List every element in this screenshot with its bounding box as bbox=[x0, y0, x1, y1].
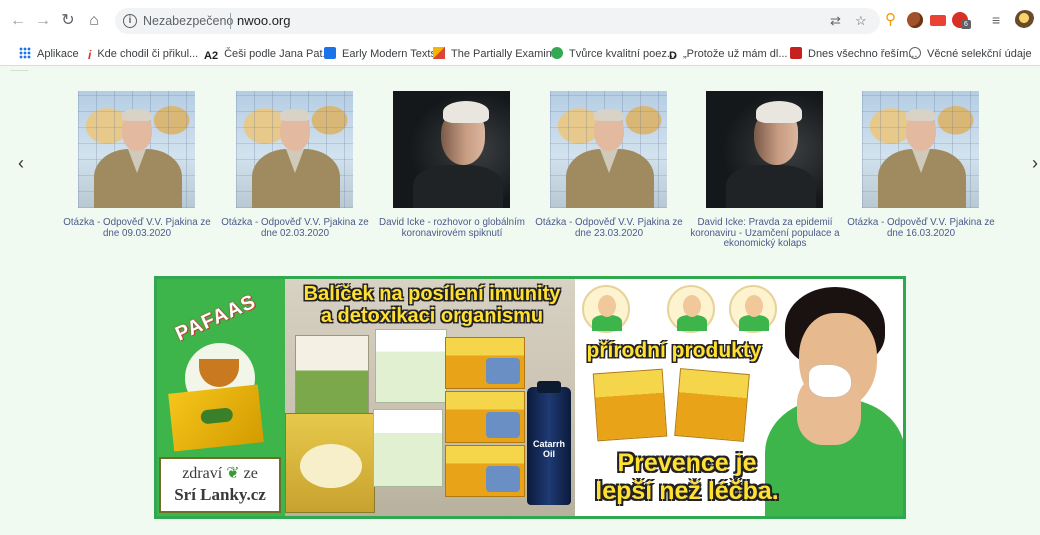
italic-i-icon: i bbox=[88, 48, 92, 62]
bookmark-item[interactable]: Věcné selekční údaje bbox=[909, 47, 1032, 61]
suwoda-pack bbox=[592, 368, 668, 442]
address-separator bbox=[230, 13, 231, 29]
suwoda-pack bbox=[674, 368, 750, 442]
video-caption[interactable]: Otázka - Odpověď V.V. Pjakina ze dne 23.… bbox=[530, 217, 688, 239]
reload-icon[interactable]: ↻ bbox=[58, 11, 78, 31]
d-logo-icon: D bbox=[669, 50, 677, 62]
profile-avatar[interactable] bbox=[1015, 10, 1035, 30]
video-caption[interactable]: Otázka - Odpověď V.V. Pjakina ze dne 09.… bbox=[58, 217, 216, 239]
suwoda-box bbox=[445, 391, 525, 443]
info-icon[interactable]: i bbox=[123, 14, 137, 28]
banner-headline: Balíček na posílení imunity a detoxikaci … bbox=[303, 283, 561, 327]
address-bar[interactable]: i Nezabezpečeno nwoo.org ⇄ ☆ bbox=[115, 8, 880, 34]
video-caption[interactable]: Otázka - Odpověď V.V. Pjakina ze dne 16.… bbox=[842, 217, 1000, 239]
video-image[interactable] bbox=[236, 91, 353, 208]
shop-logo: zdraví ❦ ze Srí Lanky.cz bbox=[159, 457, 281, 513]
picture-icon bbox=[433, 47, 445, 59]
bookmark-item[interactable]: A2 Češi podle Jana Pat... bbox=[204, 47, 332, 62]
page-content: ‹ › Otázka - Odpověď V.V. Pjakina ze dne… bbox=[0, 67, 1040, 535]
tea-pack bbox=[168, 384, 264, 452]
search-extension-icon[interactable]: ⚲ bbox=[885, 12, 901, 28]
video-caption[interactable]: Otázka - Odpověď V.V. Pjakina ze dne 02.… bbox=[216, 217, 374, 239]
video-image[interactable] bbox=[78, 91, 195, 208]
video-caption[interactable]: David Icke: Pravda za epidemií koronavir… bbox=[686, 217, 844, 250]
moringa-box bbox=[295, 335, 369, 423]
swastha-box bbox=[373, 409, 443, 487]
forward-arrow-icon[interactable]: → bbox=[33, 11, 53, 31]
bookmark-item[interactable]: Aplikace bbox=[19, 47, 79, 61]
shop-logo-line-1: zdraví ❦ ze bbox=[182, 465, 258, 482]
globe-icon bbox=[909, 47, 921, 59]
shop-logo-line-2: Srí Lanky.cz bbox=[174, 485, 266, 504]
bookmark-item[interactable]: The Partially Examin... bbox=[433, 47, 561, 61]
bookmarks-bar: Aplikace i Kde chodil či přikul... A2 Češi… bbox=[0, 42, 1040, 66]
bookmark-item[interactable]: i Kde chodil či přikul... bbox=[88, 47, 198, 62]
sneeze-illustration bbox=[667, 285, 715, 333]
bookmark-star-icon[interactable]: ☆ bbox=[855, 13, 867, 29]
back-arrow-icon[interactable]: ← bbox=[8, 11, 28, 31]
video-image[interactable] bbox=[393, 91, 510, 208]
url-text[interactable]: nwoo.org bbox=[237, 13, 290, 28]
red-extension-icon[interactable]: 6 bbox=[952, 12, 971, 29]
leaf-icon: ❦ bbox=[226, 465, 240, 482]
catarrh-oil-bottle: Catarrh Oil bbox=[527, 381, 571, 505]
video-image[interactable] bbox=[550, 91, 667, 208]
home-icon[interactable]: ⌂ bbox=[84, 11, 104, 31]
dn-icon bbox=[790, 47, 802, 59]
carousel-prev-button[interactable]: ‹ bbox=[14, 153, 28, 174]
carousel-next-button[interactable]: › bbox=[1028, 153, 1040, 174]
browser-toolbar: ← → ↻ ⌂ i Nezabezpečeno nwoo.org ⇄ ☆ ⚲ 6… bbox=[0, 0, 1040, 42]
reading-list-icon[interactable]: ≡ bbox=[992, 12, 1008, 28]
banner-slogan: Prevence je lepší než léčba. bbox=[595, 449, 779, 505]
bookmark-item[interactable]: Early Modern Texts bbox=[324, 47, 436, 61]
cookie-extension-icon[interactable] bbox=[907, 12, 923, 28]
suwoda-box bbox=[445, 445, 525, 497]
translate-icon[interactable]: ⇄ bbox=[830, 13, 841, 29]
bookmark-item[interactable]: Dnes všechno řeším... bbox=[790, 47, 917, 61]
swastha-box bbox=[375, 329, 447, 403]
bookmark-item[interactable]: D „Protože už mám dl... bbox=[669, 47, 788, 62]
ad-banner[interactable]: PAFAAS zdraví ❦ ze Srí Lanky.cz Catarrh O… bbox=[154, 276, 906, 519]
bookmark-item[interactable]: Tvůrce kvalitní poez... bbox=[551, 47, 676, 61]
a2-icon: A2 bbox=[204, 50, 219, 62]
extension-badge: 6 bbox=[961, 20, 971, 29]
banner-left-panel: PAFAAS zdraví ❦ ze Srí Lanky.cz bbox=[157, 279, 285, 516]
banner-natural-products: přírodní produkty bbox=[586, 339, 762, 362]
tea-tin bbox=[285, 413, 375, 513]
mail-extension-icon[interactable] bbox=[930, 15, 946, 26]
suwoda-box bbox=[445, 337, 525, 389]
bottle-label: Catarrh Oil bbox=[532, 439, 565, 459]
book-icon bbox=[324, 47, 336, 59]
page-divider bbox=[10, 70, 28, 71]
video-image[interactable] bbox=[706, 91, 823, 208]
apps-grid-icon bbox=[19, 47, 31, 59]
green-dot-icon bbox=[551, 47, 563, 59]
video-image[interactable] bbox=[862, 91, 979, 208]
security-label: Nezabezpečeno bbox=[143, 14, 234, 28]
brand-logo: PAFAAS bbox=[172, 290, 260, 346]
video-caption[interactable]: David Icke - rozhovor o globálním korona… bbox=[373, 217, 531, 239]
